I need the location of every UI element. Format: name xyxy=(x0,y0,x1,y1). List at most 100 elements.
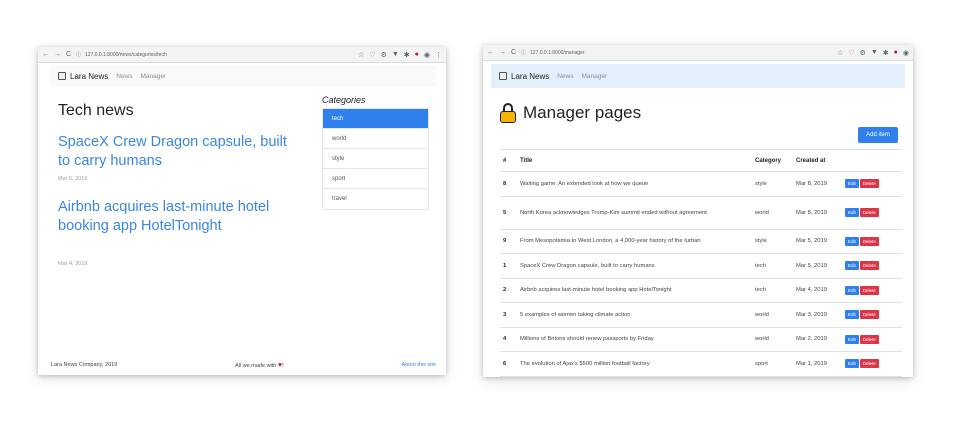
row-id: 1 xyxy=(500,253,517,279)
row-created: Mar 1, 2019 xyxy=(793,351,842,377)
category-item-travel[interactable]: travel xyxy=(323,189,428,209)
extension-icons: ☆ ♡ ⚙ ▼ ✱ ● ◉ xyxy=(837,49,909,57)
table-row: 5 North Korea acknowledges Trump-Kim sum… xyxy=(500,196,902,230)
row-title: North Korea acknowledges Trump-Kim summi… xyxy=(517,196,752,230)
star-icon[interactable]: ☆ xyxy=(358,51,364,59)
reload-icon[interactable]: C xyxy=(511,49,516,56)
reload-icon[interactable]: C xyxy=(66,51,71,58)
row-id: 8 xyxy=(500,171,517,197)
menu-icon[interactable]: ⋮ xyxy=(435,51,442,59)
col-title: Title xyxy=(517,149,752,172)
extension-icon[interactable]: ⚙ xyxy=(381,51,387,59)
add-item-button[interactable]: Add item xyxy=(858,127,898,143)
delete-button[interactable]: Delete xyxy=(859,359,879,369)
profile-icon[interactable]: ◉ xyxy=(424,51,430,59)
url-text: 127.0.0.1:8000/manager xyxy=(530,49,585,56)
newspaper-icon xyxy=(58,72,66,80)
about-link[interactable]: About this site xyxy=(401,362,436,368)
row-created: Mar 5, 2019 xyxy=(793,253,842,279)
table-row: 4 Millions of Britons should renew passp… xyxy=(500,327,902,352)
delete-button[interactable]: Delete xyxy=(859,310,879,320)
extension-icon[interactable]: ▼ xyxy=(871,49,878,57)
address-bar[interactable]: ⓘ 127.0.0.1:8000/news/categories/tech xyxy=(76,51,358,59)
profile-icon[interactable]: ◉ xyxy=(903,49,909,57)
edit-button[interactable]: Edit xyxy=(845,285,859,295)
extension-icons: ☆ ♡ ⚙ ▼ ✱ ● ◉ ⋮ xyxy=(358,51,442,59)
category-item-style[interactable]: style xyxy=(323,149,428,169)
forward-arrow-icon[interactable]: → xyxy=(499,49,506,56)
col-actions xyxy=(842,149,902,172)
category-item-world[interactable]: world xyxy=(323,129,428,149)
site-navbar: Lara News News Manager xyxy=(491,64,905,88)
extension-icon[interactable]: ♡ xyxy=(369,51,375,59)
delete-button[interactable]: Delete xyxy=(859,334,879,344)
brand-label: Lara News xyxy=(70,71,109,81)
extension-icon[interactable]: ♡ xyxy=(848,49,854,57)
footer-company: Lara News Company, 2019 xyxy=(51,362,118,368)
extension-icon[interactable]: ✱ xyxy=(404,51,410,59)
back-arrow-icon[interactable]: ← xyxy=(487,49,494,56)
category-item-sport[interactable]: sport xyxy=(323,169,428,189)
shield-icon[interactable]: ● xyxy=(894,49,898,57)
row-category: world xyxy=(752,327,793,352)
lock-icon xyxy=(500,103,516,123)
edit-button[interactable]: Edit xyxy=(845,310,859,320)
extension-icon[interactable]: ✱ xyxy=(883,49,889,57)
delete-button[interactable]: Delete xyxy=(859,285,879,295)
delete-button[interactable]: Delete xyxy=(859,236,879,246)
star-icon[interactable]: ☆ xyxy=(837,49,843,57)
brand[interactable]: Lara News xyxy=(58,72,108,81)
category-item-tech[interactable]: tech xyxy=(323,109,428,129)
row-actions: Edit Delete xyxy=(842,229,902,254)
url-text: 127.0.0.1:8000/news/categories/tech xyxy=(85,51,167,58)
row-actions: Edit Delete xyxy=(842,302,902,328)
edit-button[interactable]: Edit xyxy=(845,359,859,369)
nav-manager[interactable]: Manager xyxy=(141,73,167,80)
extension-icon[interactable]: ⚙ xyxy=(860,49,866,57)
article-title-link[interactable]: SpaceX Crew Dragon capsule, built to car… xyxy=(58,133,298,171)
extension-icon[interactable]: ▼ xyxy=(392,51,399,59)
nav-news[interactable]: News xyxy=(557,73,573,80)
edit-button[interactable]: Edit xyxy=(845,261,859,271)
categories-list: tech world style sport travel xyxy=(322,108,429,210)
article-title-link[interactable]: Airbnb acquires last-minute hotel bookin… xyxy=(58,198,298,236)
edit-button[interactable]: Edit xyxy=(845,179,859,189)
row-category: tech xyxy=(752,253,793,279)
row-category: style xyxy=(752,171,793,197)
row-created: Mar 8, 2019 xyxy=(793,171,842,197)
brand[interactable]: Lara News xyxy=(499,72,549,81)
address-bar[interactable]: ⓘ 127.0.0.1:8000/manager xyxy=(521,49,837,57)
newspaper-icon xyxy=(499,72,507,80)
delete-button[interactable]: Delete xyxy=(859,179,879,189)
info-icon: ⓘ xyxy=(521,50,527,56)
edit-button[interactable]: Edit xyxy=(845,208,859,217)
edit-button[interactable]: Edit xyxy=(845,334,859,344)
delete-button[interactable]: Delete xyxy=(859,261,879,271)
delete-button[interactable]: Delete xyxy=(859,208,879,217)
shield-icon[interactable]: ● xyxy=(415,51,419,59)
article-date: Mar 4, 2019 xyxy=(58,261,88,267)
forward-arrow-icon[interactable]: → xyxy=(54,51,61,58)
row-created: Mar 3, 2019 xyxy=(793,302,842,328)
table-row: 8 Waiting game: An extended look at how … xyxy=(500,171,902,197)
row-created: Mar 2, 2019 xyxy=(793,327,842,352)
nav-news[interactable]: News xyxy=(116,73,132,80)
articles-table: # Title Category Created at 8 Waiting ga… xyxy=(500,149,902,377)
table-row: 9 From Mesopotamia to West London, a 4,0… xyxy=(500,229,902,254)
site-navbar: Lara News News Manager xyxy=(50,66,436,86)
row-id: 2 xyxy=(500,278,517,303)
row-created: Mar 5, 2019 xyxy=(793,229,842,254)
edit-button[interactable]: Edit xyxy=(845,236,859,246)
page-title: Tech news xyxy=(58,102,134,119)
row-title: The evolution of Ajax's $500 million foo… xyxy=(517,351,752,377)
nav-manager[interactable]: Manager xyxy=(582,73,608,80)
info-icon: ⓘ xyxy=(76,52,82,58)
back-arrow-icon[interactable]: ← xyxy=(42,51,49,58)
row-id: 4 xyxy=(500,327,517,352)
footer-made-with: All we made with ♥! xyxy=(235,362,284,369)
row-created: Mar 4, 2019 xyxy=(793,278,842,303)
row-id: 9 xyxy=(500,229,517,254)
row-title: Waiting game: An extended look at how we… xyxy=(517,171,752,197)
col-created: Created at xyxy=(793,149,842,172)
row-actions: Edit Delete xyxy=(842,171,902,197)
